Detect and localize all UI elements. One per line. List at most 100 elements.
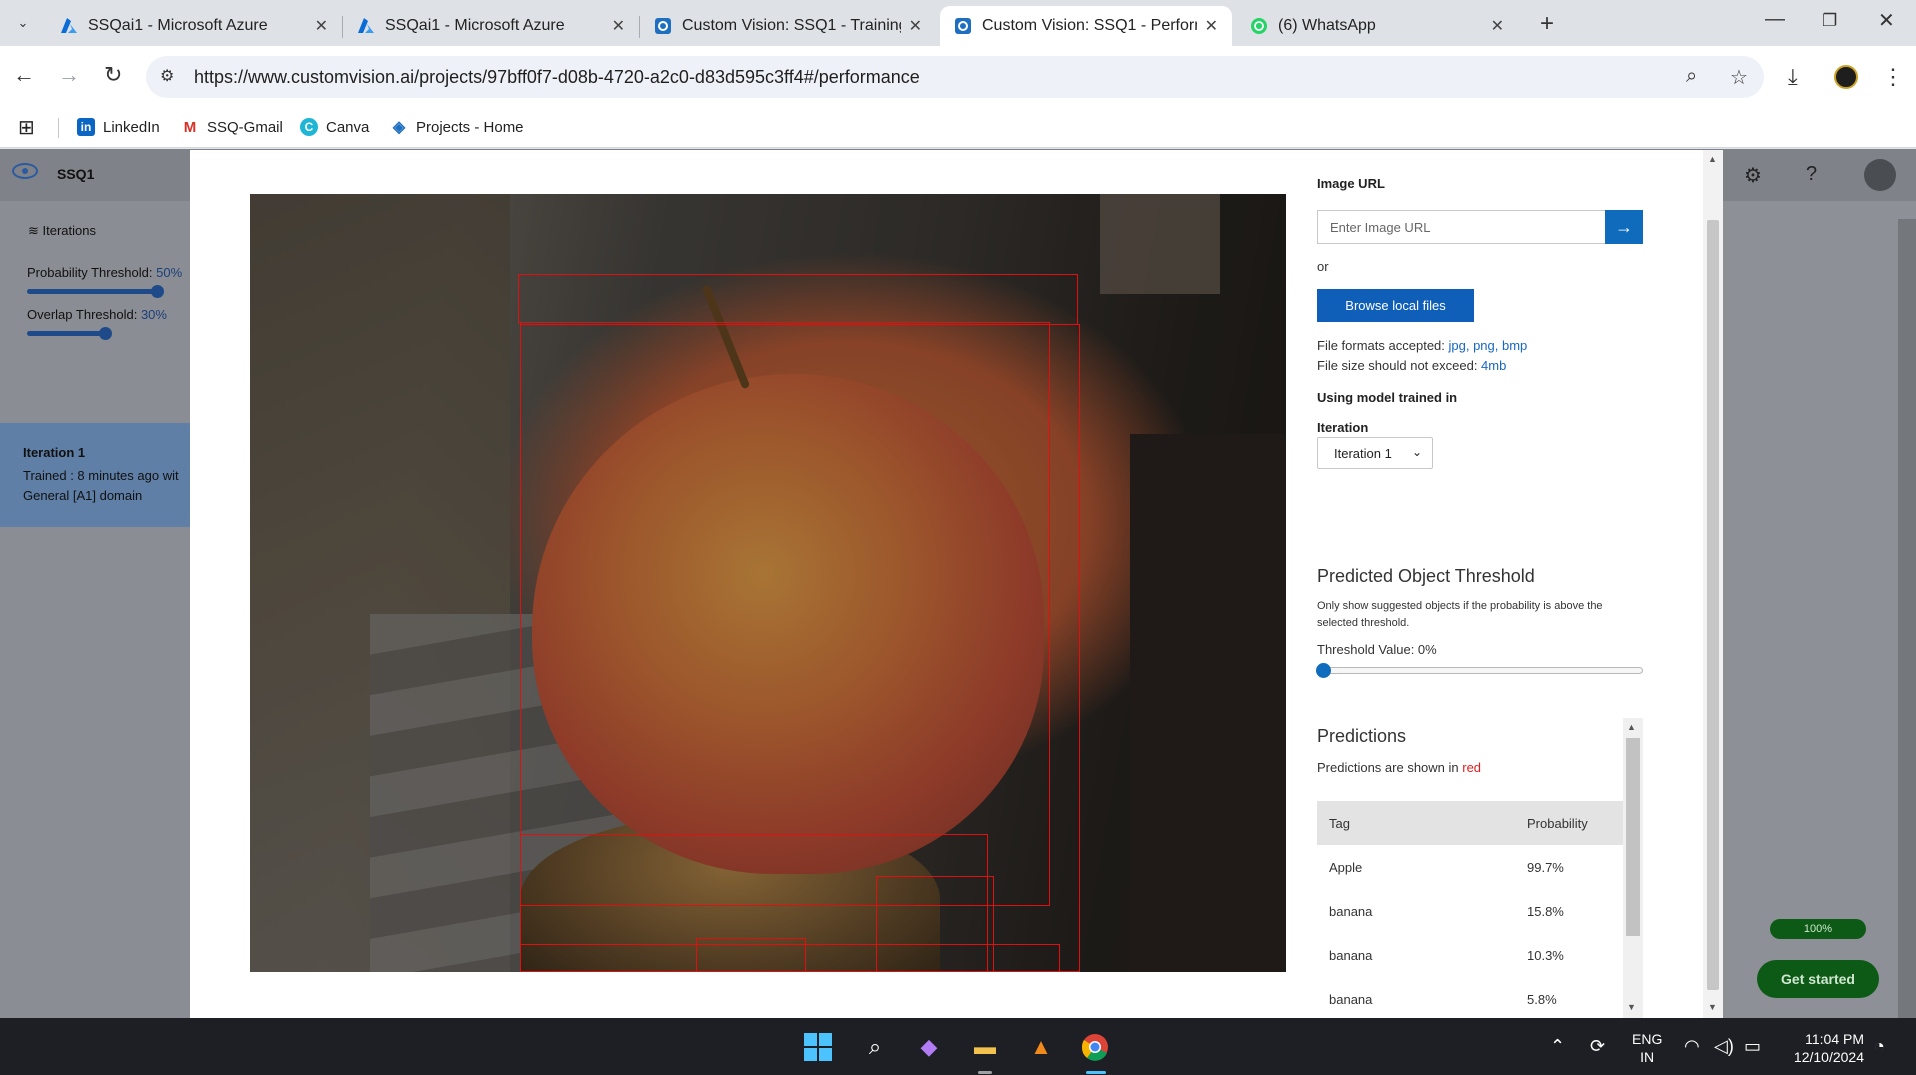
prediction-box[interactable] bbox=[518, 274, 1078, 324]
page-scrollbar[interactable] bbox=[1898, 219, 1916, 1018]
zoom-icon[interactable]: ⌕ bbox=[1686, 65, 1697, 88]
image-url-input[interactable]: Enter Image URL bbox=[1317, 210, 1605, 244]
tab-whatsapp[interactable]: (6) WhatsApp ✕ bbox=[1236, 6, 1518, 46]
vlc-icon[interactable]: ▲ bbox=[1026, 1032, 1056, 1062]
reload-icon[interactable]: ↻ bbox=[104, 62, 122, 88]
bookmarks-bar: ⊞ in LinkedIn M SSQ-Gmail C Canva ◈ Proj… bbox=[0, 108, 1916, 148]
prediction-probability: 15.8% bbox=[1527, 903, 1564, 919]
back-icon[interactable]: ← bbox=[13, 62, 35, 88]
prediction-tag: Apple bbox=[1329, 859, 1363, 875]
close-window-icon[interactable]: ✕ bbox=[1878, 8, 1895, 33]
overlap-threshold-value: 30% bbox=[140, 307, 167, 322]
iteration-selected: Iteration 1 bbox=[1334, 445, 1392, 461]
size-value: 4mb bbox=[1481, 358, 1507, 373]
file-explorer-icon[interactable]: ▬ bbox=[970, 1032, 1000, 1062]
search-icon[interactable]: ⌕ bbox=[860, 1032, 890, 1062]
scroll-up-icon[interactable]: ▲ bbox=[1708, 154, 1717, 164]
copilot-icon[interactable]: ◆ bbox=[914, 1032, 944, 1062]
apps-grid-icon[interactable]: ⊞ bbox=[18, 115, 35, 140]
iterations-sidebar: ≋ Iterations Probability Threshold: 50% … bbox=[0, 201, 190, 1018]
sync-icon[interactable]: ⟳ bbox=[1590, 1036, 1605, 1057]
threshold-description: Only show suggested objects if the proba… bbox=[1317, 600, 1603, 629]
bookmark-gmail[interactable]: M SSQ-Gmail bbox=[181, 118, 283, 136]
threshold-slider-knob[interactable] bbox=[1316, 663, 1331, 678]
bookmark-linkedin[interactable]: in LinkedIn bbox=[77, 118, 160, 136]
language-indicator[interactable]: ENG IN bbox=[1632, 1030, 1662, 1066]
get-started-button[interactable]: Get started bbox=[1757, 960, 1879, 998]
gmail-icon: M bbox=[183, 118, 197, 136]
notification-bell-icon[interactable]: ◔ bbox=[1874, 1036, 1885, 1057]
overlap-slider-knob[interactable] bbox=[99, 327, 112, 340]
tab-title: SSQai1 - Microsoft Azure bbox=[385, 17, 565, 34]
overlap-threshold-label: Overlap Threshold: 30% bbox=[27, 307, 167, 322]
modal-scrollbar[interactable]: ▲ ▼ bbox=[1703, 150, 1723, 1018]
omnibox[interactable]: ⚙ https://www.customvision.ai/projects/9… bbox=[146, 56, 1764, 98]
scroll-down-icon[interactable]: ▼ bbox=[1708, 1002, 1717, 1012]
scroll-thumb[interactable] bbox=[1707, 220, 1719, 990]
settings-gear-icon[interactable]: ⚙ bbox=[1744, 163, 1762, 188]
site-settings-icon[interactable]: ⚙ bbox=[160, 66, 174, 86]
threshold-slider[interactable] bbox=[1317, 667, 1643, 674]
prediction-box[interactable] bbox=[520, 944, 1060, 972]
close-tab-icon[interactable]: ✕ bbox=[612, 16, 625, 36]
image-url-label: Image URL bbox=[1317, 176, 1385, 191]
running-indicator bbox=[978, 1071, 992, 1074]
tray-overflow-chevron-icon[interactable]: ⌃ bbox=[1550, 1036, 1565, 1057]
download-icon[interactable]: ⤓ bbox=[1788, 64, 1798, 90]
close-tab-icon[interactable]: ✕ bbox=[1491, 16, 1504, 36]
bookmark-projects[interactable]: ◈ Projects - Home bbox=[390, 118, 524, 137]
scroll-thumb[interactable] bbox=[1626, 738, 1640, 936]
restore-icon[interactable]: ❐ bbox=[1822, 11, 1837, 31]
forward-icon[interactable]: → bbox=[58, 62, 80, 88]
close-tab-icon[interactable]: ✕ bbox=[1205, 16, 1218, 36]
new-tab-icon[interactable]: + bbox=[1540, 10, 1554, 38]
scroll-up-icon[interactable]: ▲ bbox=[1627, 722, 1636, 732]
eye-logo-icon[interactable] bbox=[12, 163, 38, 179]
chrome-icon[interactable] bbox=[1080, 1032, 1110, 1062]
submit-url-arrow-icon[interactable]: → bbox=[1605, 210, 1643, 244]
tab-custom-vision-performance[interactable]: Custom Vision: SSQ1 - Performance ✕ bbox=[940, 6, 1232, 46]
tab-search-chevron-icon[interactable]: ⌄ bbox=[10, 10, 36, 36]
tab-azure-1[interactable]: SSQai1 - Microsoft Azure ✕ bbox=[46, 6, 342, 46]
tab-custom-vision-training[interactable]: Custom Vision: SSQ1 - Training ✕ bbox=[640, 6, 936, 46]
battery-icon[interactable]: ▭ bbox=[1744, 1036, 1761, 1057]
minimize-icon[interactable]: — bbox=[1765, 8, 1785, 31]
system-clock[interactable]: 11:04 PM 12/10/2024 bbox=[1780, 1030, 1864, 1066]
predictions-scrollbar[interactable]: ▲ ▼ bbox=[1623, 718, 1643, 1018]
bookmark-star-icon[interactable]: ☆ bbox=[1730, 65, 1748, 90]
bookmark-canva[interactable]: C Canva bbox=[300, 118, 369, 136]
volume-icon[interactable]: ◁) bbox=[1714, 1036, 1734, 1057]
probability-threshold-slider[interactable] bbox=[27, 289, 157, 294]
scroll-down-icon[interactable]: ▼ bbox=[1627, 1002, 1636, 1012]
user-avatar[interactable] bbox=[1864, 159, 1896, 191]
table-row[interactable]: banana 5.8% bbox=[1317, 977, 1623, 1021]
custom-vision-icon bbox=[954, 17, 972, 35]
bookmark-label: Canva bbox=[326, 118, 370, 136]
windows-taskbar: ⌕ ◆ ▬ ▲ ⌃ ⟳ ENG IN ◠ ◁) ▭ 11:04 PM 12/10… bbox=[0, 1018, 1916, 1075]
azure-icon bbox=[357, 17, 375, 35]
probability-slider-knob[interactable] bbox=[151, 285, 164, 298]
tab-title: (6) WhatsApp bbox=[1278, 17, 1376, 34]
start-windows-icon[interactable] bbox=[803, 1032, 833, 1062]
close-tab-icon[interactable]: ✕ bbox=[909, 16, 922, 36]
bookmark-label: LinkedIn bbox=[103, 118, 160, 136]
help-icon[interactable]: ? bbox=[1806, 163, 1817, 186]
iteration-card[interactable]: Iteration 1 Trained : 8 minutes ago wit … bbox=[0, 423, 190, 527]
close-tab-icon[interactable]: ✕ bbox=[315, 16, 328, 36]
predictions-sub-prefix: Predictions are shown in bbox=[1317, 760, 1463, 775]
browse-local-files-button[interactable]: Browse local files bbox=[1317, 289, 1474, 322]
table-row[interactable]: banana 15.8% bbox=[1317, 889, 1623, 933]
iteration-select[interactable]: Iteration 1 ⌄ bbox=[1317, 437, 1433, 469]
project-name[interactable]: SSQ1 bbox=[57, 166, 94, 182]
table-row[interactable]: Apple 99.7% bbox=[1317, 845, 1623, 889]
or-text: or bbox=[1317, 259, 1329, 274]
url-text[interactable]: https://www.customvision.ai/projects/97b… bbox=[194, 67, 920, 88]
overlap-threshold-slider[interactable] bbox=[27, 331, 105, 336]
menu-kebab-icon[interactable]: ⋮ bbox=[1882, 64, 1904, 90]
tab-azure-2[interactable]: SSQai1 - Microsoft Azure ✕ bbox=[343, 6, 639, 46]
wifi-icon[interactable]: ◠ bbox=[1684, 1036, 1700, 1057]
table-row[interactable]: banana 10.3% bbox=[1317, 933, 1623, 977]
profile-avatar[interactable] bbox=[1834, 65, 1858, 89]
probability-threshold-text: Probability Threshold: bbox=[27, 265, 157, 280]
table-header: Tag Probability bbox=[1317, 801, 1623, 845]
